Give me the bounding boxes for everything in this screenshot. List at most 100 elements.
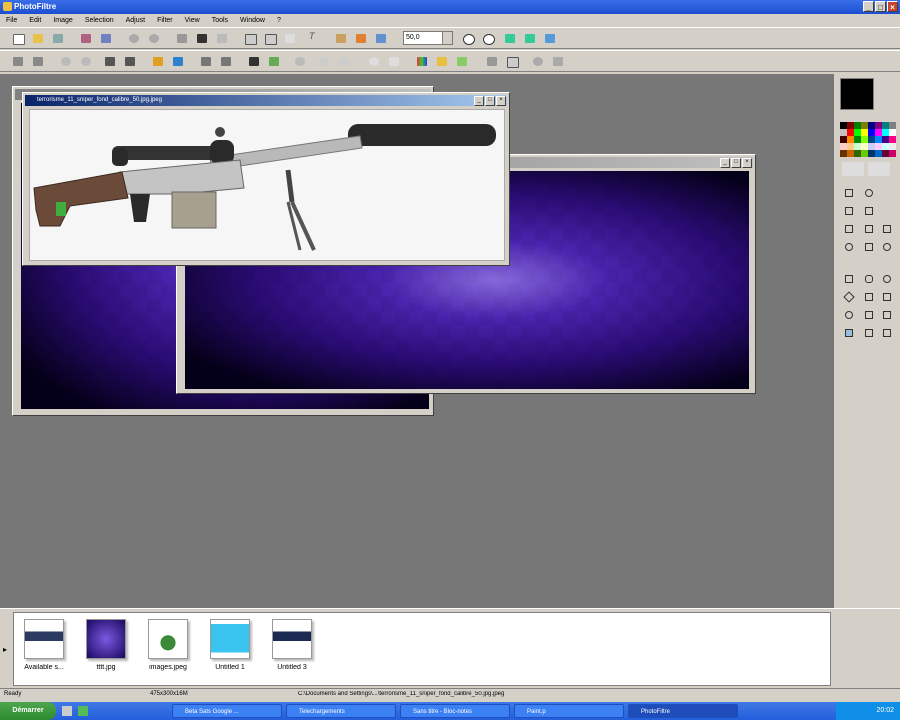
thumbnail-item[interactable]: tttt.jpg [84,619,128,679]
palette-next-icon[interactable] [868,162,890,176]
resize-icon[interactable] [333,31,349,46]
fit-page-icon[interactable] [522,31,538,46]
palette-swatch[interactable] [882,129,889,136]
polygon-lasso-icon[interactable] [880,308,894,322]
thumbnail-item[interactable]: Untitled 3 [270,619,314,679]
menu-view[interactable]: View [185,14,200,27]
soften-icon[interactable] [366,54,382,69]
line-tool-icon[interactable] [842,204,856,218]
close-icon[interactable]: × [742,158,752,168]
fill-icon[interactable] [194,31,210,46]
copy-icon[interactable] [242,31,258,46]
taskbar-item-active[interactable]: PhotoFiltre [628,704,738,718]
palette-swatch[interactable] [868,150,875,157]
script-icon[interactable] [550,54,566,69]
palette-icon[interactable] [414,54,430,69]
sharpen-icon[interactable] [102,54,118,69]
blur-icon[interactable] [292,54,308,69]
export-icon[interactable] [214,31,230,46]
thumbnail-item[interactable]: Untitled 1 [208,619,252,679]
rotate-icon[interactable] [454,54,470,69]
palette-swatch[interactable] [847,122,854,129]
eyedropper-icon[interactable] [862,186,876,200]
menu-image[interactable]: Image [53,14,72,27]
magic-wand-icon[interactable] [862,308,876,322]
window-icon[interactable] [373,31,389,46]
minimize-icon[interactable]: _ [720,158,730,168]
transform-icon[interactable] [530,54,546,69]
blur-tool-icon[interactable] [842,240,856,254]
brush-icon[interactable] [862,222,876,236]
triangle-shape-icon[interactable] [862,290,876,304]
palette-swatch[interactable] [875,136,882,143]
palette-swatch[interactable] [882,122,889,129]
palette-swatch[interactable] [875,143,882,150]
rounded-shape-icon[interactable] [862,272,876,286]
zoom-select[interactable]: 50,0 [403,31,453,45]
menu-tools[interactable]: Tools [212,14,228,27]
grayscale-icon[interactable] [246,54,262,69]
maximize-button[interactable]: □ [875,1,886,12]
palette-swatch[interactable] [868,122,875,129]
scan-icon[interactable] [98,31,114,46]
palette-swatch[interactable] [875,150,882,157]
palette-swatch[interactable] [847,136,854,143]
gamma-icon[interactable] [198,54,214,69]
save-icon[interactable] [50,31,66,46]
brightness-icon[interactable] [58,54,74,69]
thumbnail-arrow-icon[interactable]: ▸ [3,645,7,654]
cut-icon[interactable] [282,31,298,46]
deselect-icon[interactable] [880,326,894,340]
bucket-icon[interactable] [862,204,876,218]
palette-swatch[interactable] [889,143,896,150]
palette-swatch[interactable] [861,143,868,150]
palette-swatch[interactable] [882,143,889,150]
smudge-icon[interactable] [862,240,876,254]
taskbar-item[interactable]: Telechargements [286,704,396,718]
color-balance-icon[interactable] [170,54,186,69]
open-icon[interactable] [30,31,46,46]
hue-icon[interactable] [150,54,166,69]
taskbar-item[interactable]: Beta Sats Google ... [172,704,282,718]
select-all-icon[interactable] [862,326,876,340]
menu-edit[interactable]: Edit [29,14,41,27]
polygon-shape-icon[interactable] [880,290,894,304]
palette-swatch[interactable] [882,150,889,157]
palette-swatch[interactable] [889,129,896,136]
canvas-icon[interactable] [504,54,520,69]
palette-swatch[interactable] [875,129,882,136]
palette-swatch[interactable] [847,129,854,136]
palette-swatch[interactable] [854,143,861,150]
palette-swatch[interactable] [861,129,868,136]
thumbnail-item[interactable]: images.jpeg [146,619,190,679]
workspace[interactable]: _ □ × terrorisme_11_sniper_fond_calibre_50… [0,74,834,608]
text-icon[interactable]: T [305,31,321,46]
maximize-icon[interactable]: □ [731,158,741,168]
palette-swatch[interactable] [854,136,861,143]
quick-launch-desktop-icon[interactable] [62,706,72,716]
fit-width-icon[interactable] [502,31,518,46]
palette-swatch[interactable] [847,143,854,150]
palette-swatch[interactable] [840,122,847,129]
sepia-icon[interactable] [266,54,282,69]
image-window-sniper[interactable]: terrorisme_11_sniper_fond_calibre_50.jpg… [22,92,510,266]
start-button[interactable]: Démarrer [0,702,56,720]
palette-swatch[interactable] [840,129,847,136]
close-icon[interactable]: × [496,96,506,106]
close-button[interactable]: × [887,1,898,12]
palette-swatch[interactable] [868,136,875,143]
canvas-sniper[interactable] [29,109,505,261]
color-palette[interactable] [840,122,896,158]
quick-launch-browser-icon[interactable] [78,706,88,716]
palette-swatch[interactable] [868,129,875,136]
gradient-icon[interactable] [386,54,402,69]
palette-swatch[interactable] [854,129,861,136]
rectangle-shape-icon[interactable] [842,272,856,286]
contrast-icon[interactable] [78,54,94,69]
palette-swatch[interactable] [840,150,847,157]
mirror-icon[interactable] [484,54,500,69]
print-icon[interactable] [78,31,94,46]
palette-swatch[interactable] [889,136,896,143]
color-selector[interactable] [840,78,896,122]
minimize-button[interactable]: _ [863,1,874,12]
